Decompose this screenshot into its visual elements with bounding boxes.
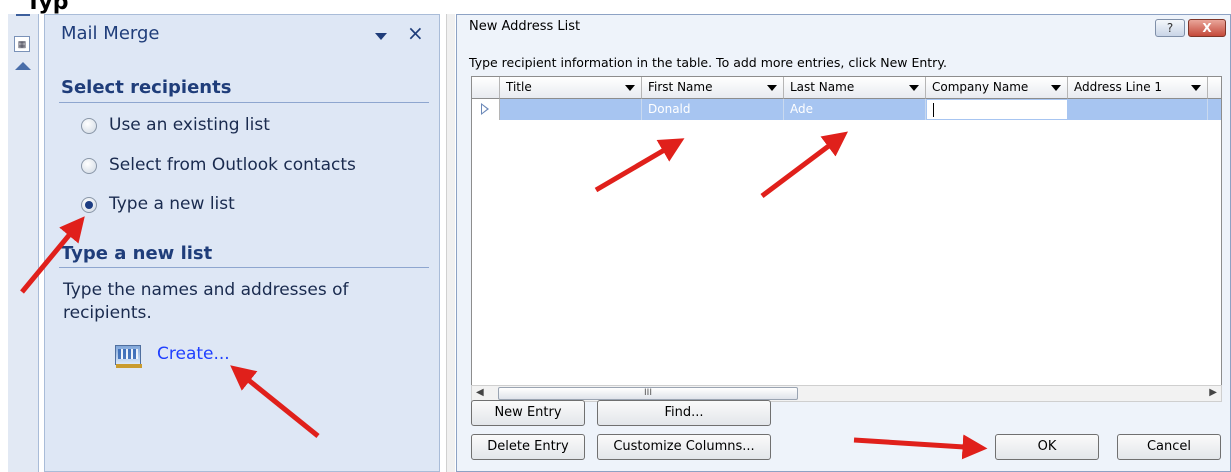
cancel-button[interactable]: Cancel	[1117, 434, 1221, 460]
dropdown-arrow-icon[interactable]	[909, 85, 919, 91]
scroll-left-icon[interactable]: ◀	[476, 387, 484, 398]
dropdown-arrow-icon[interactable]	[1051, 85, 1061, 91]
create-link[interactable]: Create...	[157, 344, 230, 364]
section-divider	[59, 267, 429, 268]
type-new-list-description: Type the names and addresses of recipien…	[63, 280, 349, 323]
horizontal-scrollbar[interactable]: ◀ III ▶	[471, 385, 1222, 402]
column-header-label: First Name	[648, 80, 713, 94]
column-header-first-name[interactable]: First Name	[642, 77, 784, 99]
divider	[446, 14, 455, 472]
page-heading-fragment: Typ	[26, 0, 69, 15]
column-header-last-name[interactable]: Last Name	[784, 77, 926, 99]
column-header-label: Address Line 1	[1074, 80, 1163, 94]
mail-merge-task-pane: Mail Merge × Select recipients Use an ex…	[44, 14, 440, 472]
column-header-address-line-1[interactable]: Address Line 1	[1068, 77, 1208, 99]
task-pane-strip: ▦	[8, 14, 39, 472]
address-list-grid: Title First Name Last Name Company Name …	[471, 76, 1222, 401]
cell-overflow	[1208, 99, 1221, 120]
radio-label-select-outlook-contacts[interactable]: Select from Outlook contacts	[109, 155, 356, 175]
text-caret	[933, 103, 934, 117]
ok-button[interactable]: OK	[995, 434, 1099, 460]
section-divider	[59, 102, 429, 103]
column-header-label: Last Name	[790, 80, 855, 94]
cell-title[interactable]	[500, 99, 642, 120]
section-select-recipients: Select recipients	[61, 77, 232, 98]
dropdown-arrow-icon[interactable]	[625, 85, 635, 91]
column-header-label: Company Name	[932, 80, 1029, 94]
dialog-title: New Address List	[469, 19, 581, 34]
task-pane-title: Mail Merge	[61, 23, 160, 44]
grid-corner	[472, 77, 500, 99]
cell-address-line-1[interactable]	[1068, 99, 1208, 120]
delete-entry-button[interactable]: Delete Entry	[471, 434, 585, 460]
pane-options-icon[interactable]: ▦	[14, 36, 30, 52]
help-button[interactable]: ?	[1155, 19, 1185, 37]
new-address-list-dialog: New Address List ? X Type recipient info…	[456, 14, 1231, 472]
cell-last-name[interactable]: Ade	[784, 99, 926, 120]
chevron-down-icon[interactable]	[375, 33, 387, 40]
address-list-icon[interactable]	[115, 345, 142, 368]
column-header-title[interactable]: Title	[500, 77, 642, 99]
radio-type-new-list[interactable]	[81, 197, 97, 213]
find-button[interactable]: Find...	[597, 400, 771, 426]
radio-use-existing-list[interactable]	[81, 118, 97, 134]
scroll-right-icon[interactable]: ▶	[1209, 387, 1217, 398]
cell-first-name[interactable]: Donald	[642, 99, 784, 120]
radio-label-type-new-list[interactable]: Type a new list	[109, 194, 235, 214]
minimize-bar-icon	[16, 14, 30, 16]
dialog-close-button[interactable]: X	[1188, 19, 1226, 37]
scroll-up-icon[interactable]	[15, 62, 31, 70]
customize-columns-button[interactable]: Customize Columns...	[597, 434, 771, 460]
dialog-instruction: Type recipient information in the table.…	[469, 55, 947, 70]
radio-select-outlook-contacts[interactable]	[81, 158, 97, 174]
section-type-new-list: Type a new list	[61, 243, 213, 264]
close-icon[interactable]: ×	[407, 21, 424, 45]
column-header-overflow	[1208, 77, 1221, 99]
row-selector[interactable]	[472, 99, 500, 120]
new-entry-button[interactable]: New Entry	[471, 400, 585, 426]
radio-label-use-existing-list[interactable]: Use an existing list	[109, 115, 270, 135]
dropdown-arrow-icon[interactable]	[1191, 85, 1201, 91]
current-row-icon	[481, 103, 489, 115]
dropdown-arrow-icon[interactable]	[767, 85, 777, 91]
cell-company-name[interactable]	[926, 99, 1068, 120]
scroll-thumb[interactable]: III	[498, 387, 798, 400]
column-header-label: Title	[506, 80, 532, 94]
column-header-company-name[interactable]: Company Name	[926, 77, 1068, 99]
